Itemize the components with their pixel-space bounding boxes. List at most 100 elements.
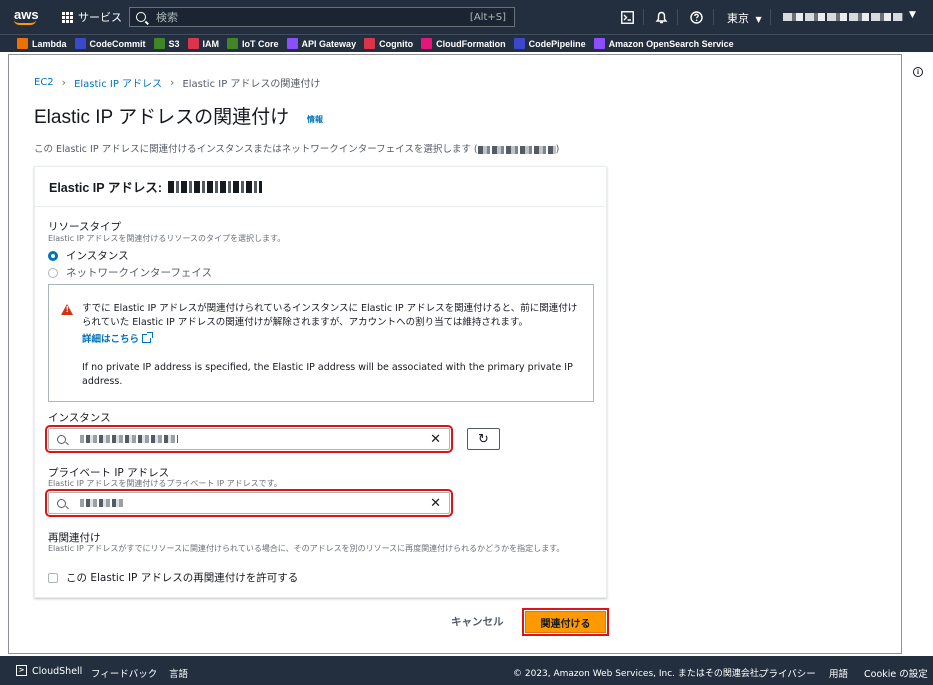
feedback-link[interactable]: フィードバック [91,666,157,680]
learn-more-link[interactable]: 詳細はこちら [82,331,154,345]
allow-reassociation-label: この Elastic IP アドレスの再関連付けを許可する [66,572,299,584]
reassociation-label: 再関連付け [48,532,101,544]
radio-button-selected[interactable] [48,250,58,261]
global-search-input[interactable]: 検索 [Alt+S] [129,7,515,27]
card-header-label: Elastic IP アドレス: [49,181,162,195]
redacted-value [477,145,556,154]
favorite-s3[interactable]: S3 [153,38,180,49]
refresh-icon: ↻ [478,431,489,447]
allow-reassociation-checkbox[interactable]: この Elastic IP アドレスの再関連付けを許可する [48,570,298,585]
service-icon [74,38,86,49]
chevron-right-icon: › [170,76,175,89]
private-ip-input[interactable]: ✕ [45,489,453,517]
favorite-iam[interactable]: IAM [187,38,219,49]
region-selector[interactable]: 東京 ▼ [727,10,762,26]
breadcrumb-current: Elastic IP アドレスの関連付け [182,79,321,90]
favorite-label: S3 [168,38,180,49]
services-menu-button[interactable]: サービス [62,9,122,25]
search-icon [57,498,66,508]
resource-type-label: リソースタイプ [48,221,121,233]
breadcrumb-ec2[interactable]: EC2 [34,77,54,88]
favorite-codecommit[interactable]: CodeCommit [74,38,146,49]
chevron-down-icon: ▼ [755,15,762,24]
top-navigation: aws サービス 検索 [Alt+S] 東京 ▼ ▼ [0,0,933,34]
terms-link[interactable]: 用語 [829,666,848,680]
favorite-label: API Gateway [301,38,357,49]
cloudshell-icon: > [16,665,27,676]
service-icon [187,38,199,49]
chevron-right-icon: › [61,76,67,89]
favorite-cognito[interactable]: Cognito [364,38,413,49]
radio-network-interface-label: ネットワークインターフェイス [66,267,213,279]
bell-icon[interactable] [653,9,669,25]
subtitle-close-paren: ) [555,144,560,155]
redacted-instance-value [80,435,178,443]
service-icon [227,38,239,49]
copyright-text: © 2023, Amazon Web Services, Inc. またはその関… [513,669,768,679]
favorite-iot-core[interactable]: IoT Core [227,38,279,49]
favorite-cloudformation[interactable]: CloudFormation [421,38,506,49]
redacted-private-ip-value [80,499,124,507]
nav-divider [643,9,644,25]
language-link[interactable]: 言語 [169,666,188,680]
page-subtitle: この Elastic IP アドレスに関連付けるインスタンスまたはネットワークイ… [34,141,559,155]
right-rail [902,54,933,654]
service-icon [153,38,165,49]
radio-button[interactable] [48,267,58,278]
nav-divider [677,9,678,25]
chevron-down-icon: ▼ [909,10,916,20]
nav-divider [713,9,714,25]
favorite-label: Amazon OpenSearch Service [608,38,734,49]
favorite-label: CloudFormation [436,38,506,49]
favorite-label: IoT Core [242,38,279,49]
favorite-api-gateway[interactable]: API Gateway [286,38,357,49]
info-panel-icon[interactable]: i [913,67,923,77]
service-icon [286,38,298,49]
resource-type-description: Elastic IP アドレスを関連付けるリソースのタイプを選択します。 [48,234,286,243]
cloudshell-link[interactable]: CloudShell [32,666,82,677]
privacy-link[interactable]: プライバシー [759,666,816,680]
cookie-settings-link[interactable]: Cookie の設定 [864,666,928,680]
favorite-codepipeline[interactable]: CodePipeline [513,38,586,49]
association-form-card: Elastic IP アドレス: リソースタイプ Elastic IP アドレス… [34,166,607,598]
service-icon [513,38,525,49]
favorite-amazon-opensearch-service[interactable]: Amazon OpenSearch Service [593,38,734,49]
search-placeholder: 検索 [156,11,178,24]
learn-more-label: 詳細はこちら [82,334,140,345]
aws-logo[interactable]: aws [14,8,48,25]
cancel-button[interactable]: キャンセル [451,614,504,629]
radio-network-interface[interactable]: ネットワークインターフェイス [48,265,212,280]
search-icon [136,12,146,22]
favorite-label: Lambda [32,38,67,49]
info-link[interactable]: 情報 [307,114,323,125]
subtitle-text: この Elastic IP アドレスに関連付けるインスタンスまたはネットワークイ… [34,144,478,155]
checkbox[interactable] [48,572,58,583]
favorites-bar: Lambda CodeCommit S3 IAM IoT Core API Gateway… [0,34,933,52]
associate-button[interactable]: 関連付ける [522,608,609,636]
cloudshell-icon[interactable] [619,9,635,25]
instance-search-input[interactable]: ✕ [45,425,453,453]
redacted-ip-address [168,180,262,193]
warning-icon [61,304,73,315]
region-label: 東京 [727,12,749,25]
favorite-label: Cognito [379,38,414,49]
refresh-button[interactable]: ↻ [467,428,500,450]
favorite-label: CodePipeline [528,38,586,49]
clear-icon[interactable]: ✕ [430,496,441,511]
radio-instance[interactable]: インスタンス [48,248,129,263]
account-menu[interactable] [783,13,903,21]
card-header: Elastic IP アドレス: [35,167,606,207]
search-shortcut: [Alt+S] [469,11,506,23]
alert-text: すでに Elastic IP アドレスが関連付けられているインスタンスに Ela… [82,303,578,328]
breadcrumb-elastic-ip[interactable]: Elastic IP アドレス [74,75,162,90]
favorite-label: CodeCommit [89,38,146,49]
help-icon[interactable] [688,9,704,25]
aws-smile-icon [14,20,36,25]
reassociation-description: Elastic IP アドレスがすでにリソースに関連付けられている場合に、そのア… [48,544,565,553]
favorite-lambda[interactable]: Lambda [17,38,67,49]
external-link-icon [142,331,154,343]
nav-divider [770,9,771,25]
clear-icon[interactable]: ✕ [430,432,441,447]
alert-note: If no private IP address is specified, t… [82,362,573,387]
page-title: Elastic IP アドレスの関連付け [34,107,290,128]
